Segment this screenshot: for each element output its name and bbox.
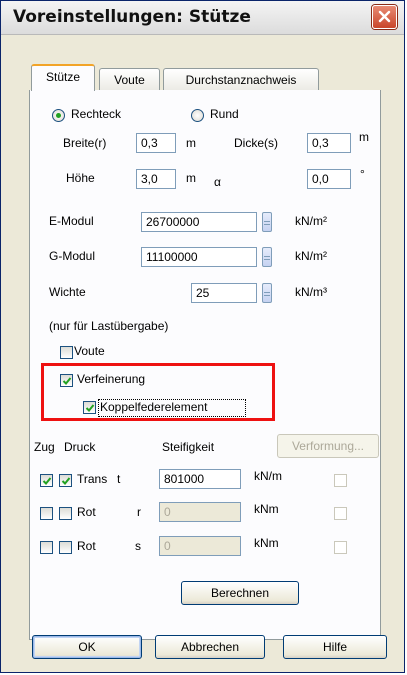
rot-s-zug-checkbox[interactable] <box>40 541 53 554</box>
window-title: Voreinstellungen: Stütze <box>13 7 251 27</box>
rot-r-unit: kNm <box>254 502 279 516</box>
wichte-unit: kN/m³ <box>295 285 327 299</box>
trans-zug-checkbox[interactable] <box>40 474 53 487</box>
alpha-label: α <box>214 175 221 189</box>
tab-durchstanznachweis[interactable]: Durchstanznachweis <box>163 68 319 90</box>
rot-r-label: Rot <box>77 505 96 519</box>
gmodul-unit: kN/m² <box>295 249 327 263</box>
dicke-label: Dicke(s) <box>234 136 278 150</box>
steifigkeit-header: Steifigkeit <box>162 440 215 454</box>
wichte-label: Wichte <box>49 285 86 299</box>
tab-stuetze[interactable]: Stütze <box>31 64 95 91</box>
dicke-input[interactable]: 0,3 <box>307 133 351 153</box>
trans-label: Trans <box>77 472 108 486</box>
rot-s-dir: s <box>135 539 141 553</box>
hoehe-input[interactable]: 3,0 <box>136 169 176 189</box>
gmodul-label: G-Modul <box>49 249 96 263</box>
title-bar[interactable]: Voreinstellungen: Stütze <box>1 1 404 35</box>
radio-rechteck[interactable] <box>52 109 65 122</box>
rot-r-zug-checkbox[interactable] <box>40 507 53 520</box>
hoehe-unit: m <box>186 171 196 185</box>
rund-label[interactable]: Rund <box>210 107 239 121</box>
alpha-unit: ° <box>360 167 365 181</box>
wichte-input[interactable]: 25 <box>191 283 257 303</box>
breite-input[interactable]: 0,3 <box>136 133 176 153</box>
rot-s-unit: kNm <box>254 536 279 550</box>
abbrechen-button[interactable]: Abbrechen <box>155 635 265 659</box>
rot-r-verformung-checkbox[interactable] <box>334 507 347 520</box>
radio-rund[interactable] <box>191 109 204 122</box>
checkmark-icon <box>61 477 71 485</box>
trans-steifigkeit-input[interactable]: 801000 <box>159 469 241 489</box>
berechnen-button[interactable]: Berechnen <box>181 581 299 605</box>
dicke-unit: m <box>359 130 369 144</box>
rot-r-dir: r <box>137 505 141 519</box>
close-icon <box>378 10 391 23</box>
gmodul-spinner[interactable] <box>262 247 272 267</box>
rot-s-label: Rot <box>77 539 96 553</box>
close-button[interactable] <box>372 5 397 29</box>
emodul-spinner[interactable] <box>262 212 272 232</box>
voute-checkbox[interactable] <box>60 346 73 359</box>
alpha-input[interactable]: 0,0 <box>307 169 351 189</box>
lastuebergabe-note: (nur für Lastübergabe) <box>49 319 169 333</box>
zug-header: Zug <box>34 440 55 454</box>
tab-voute[interactable]: Voute <box>99 68 160 90</box>
rot-r-steifigkeit-input[interactable]: 0 <box>159 502 241 522</box>
breite-unit: m <box>186 136 196 150</box>
trans-dir: t <box>117 472 121 486</box>
rot-s-druck-checkbox[interactable] <box>59 541 72 554</box>
ok-button[interactable]: OK <box>32 635 142 659</box>
emodul-label: E-Modul <box>49 214 94 228</box>
wichte-spinner[interactable] <box>262 283 272 303</box>
rechteck-label[interactable]: Rechteck <box>71 107 121 121</box>
red-highlight-box <box>41 363 275 421</box>
breite-label: Breite(r) <box>63 136 107 150</box>
voute-label[interactable]: Voute <box>74 344 105 358</box>
hoehe-label: Höhe <box>66 171 95 185</box>
hilfe-button[interactable]: Hilfe <box>283 635 387 659</box>
rot-r-druck-checkbox[interactable] <box>59 507 72 520</box>
checkmark-icon <box>42 477 52 485</box>
emodul-input[interactable]: 26700000 <box>141 212 257 232</box>
emodul-unit: kN/m² <box>295 214 327 228</box>
dialog-window: Voreinstellungen: Stütze Stütze Voute Du… <box>0 0 405 673</box>
rot-s-steifigkeit-input[interactable]: 0 <box>159 536 241 556</box>
trans-verformung-checkbox[interactable] <box>334 474 347 487</box>
verformung-button[interactable]: Verformung... <box>277 434 379 458</box>
druck-header: Druck <box>64 440 96 454</box>
trans-unit: kN/m <box>254 469 282 483</box>
trans-druck-checkbox[interactable] <box>59 474 72 487</box>
rot-s-verformung-checkbox[interactable] <box>334 541 347 554</box>
gmodul-input[interactable]: 11100000 <box>141 247 257 267</box>
